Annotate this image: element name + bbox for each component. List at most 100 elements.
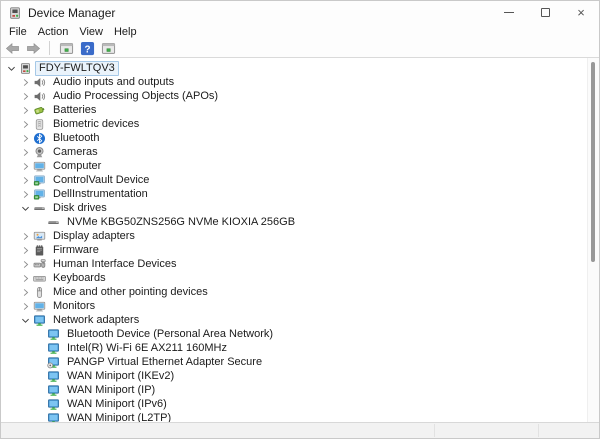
tree-item-label: Disk drives	[49, 201, 111, 216]
chevron-right-icon[interactable]	[19, 230, 32, 243]
tree-item[interactable]: Biometric devices	[1, 117, 587, 131]
tree-item-label: Mice and other pointing devices	[49, 285, 212, 300]
menu-action[interactable]: Action	[38, 26, 69, 38]
chevron-spacer	[33, 398, 46, 411]
tree-item-label: Audio Processing Objects (APOs)	[49, 89, 222, 104]
tree-item-label: FDY-FWLTQV3	[35, 61, 119, 76]
menu-help[interactable]: Help	[114, 26, 137, 38]
chevron-down-icon[interactable]	[19, 202, 32, 215]
tree-item[interactable]: DellInstrumentation	[1, 187, 587, 201]
computer-icon	[32, 160, 46, 173]
window-title: Device Manager	[28, 6, 115, 20]
tree-item-label: Firmware	[49, 243, 103, 258]
chevron-right-icon[interactable]	[19, 160, 32, 173]
chevron-right-icon[interactable]	[19, 76, 32, 89]
chevron-right-icon[interactable]	[19, 244, 32, 257]
window-controls: ×	[491, 1, 599, 24]
tree-item[interactable]: PANGP Virtual Ethernet Adapter Secure	[1, 355, 587, 369]
firmware-icon	[32, 244, 46, 257]
tree-item[interactable]: Computer	[1, 159, 587, 173]
tree-item[interactable]: Bluetooth	[1, 131, 587, 145]
chevron-right-icon[interactable]	[19, 90, 32, 103]
tree-item[interactable]: Monitors	[1, 299, 587, 313]
properties-window-icon	[101, 41, 116, 56]
close-button[interactable]: ×	[563, 1, 599, 24]
tree-item-label: Biometric devices	[49, 117, 143, 132]
tree-item[interactable]: Human Interface Devices	[1, 257, 587, 271]
vertical-scrollbar[interactable]	[587, 58, 599, 422]
tree-item-label: WAN Miniport (IKEv2)	[63, 369, 178, 384]
tree-item-label: WAN Miniport (IPv6)	[63, 397, 171, 412]
chevron-spacer	[33, 412, 46, 423]
menu-view[interactable]: View	[79, 26, 103, 38]
tree-item-label: WAN Miniport (L2TP)	[63, 411, 175, 423]
tree-item[interactable]: WAN Miniport (IKEv2)	[1, 369, 587, 383]
network-adapter-icon	[46, 384, 60, 397]
tree-item[interactable]: Network adapters	[1, 313, 587, 327]
chevron-right-icon[interactable]	[19, 132, 32, 145]
display-adapter-icon	[32, 230, 46, 243]
menu-file[interactable]: File	[9, 26, 27, 38]
mouse-icon	[32, 286, 46, 299]
tree-item[interactable]: Display adapters	[1, 229, 587, 243]
svg-text:?: ?	[84, 44, 90, 55]
scrollbar-thumb[interactable]	[591, 62, 595, 262]
tree-item-label: Monitors	[49, 299, 99, 314]
tree-item[interactable]: NVMe KBG50ZNS256G NVMe KIOXIA 256GB	[1, 215, 587, 229]
fingerprint-icon	[32, 118, 46, 131]
chevron-right-icon[interactable]	[19, 300, 32, 313]
tree-item-label: Computer	[49, 159, 105, 174]
chevron-down-icon[interactable]	[19, 314, 32, 327]
tree-item[interactable]: Cameras	[1, 145, 587, 159]
tree-item[interactable]: WAN Miniport (L2TP)	[1, 411, 587, 422]
tree-item[interactable]: Audio Processing Objects (APOs)	[1, 89, 587, 103]
tree-item[interactable]: Bluetooth Device (Personal Area Network)	[1, 327, 587, 341]
network-adapter-icon	[46, 370, 60, 383]
tree-item[interactable]: WAN Miniport (IPv6)	[1, 397, 587, 411]
tree-item[interactable]: WAN Miniport (IP)	[1, 383, 587, 397]
back-button[interactable]	[4, 40, 20, 56]
chevron-right-icon[interactable]	[19, 286, 32, 299]
console-window-button[interactable]	[58, 40, 74, 56]
tree-item-label: Display adapters	[49, 229, 139, 244]
tree-item[interactable]: Keyboards	[1, 271, 587, 285]
minimize-icon	[504, 12, 514, 13]
tree-item[interactable]: Disk drives	[1, 201, 587, 215]
help-button[interactable]: ?	[79, 40, 95, 56]
minimize-button[interactable]	[491, 1, 527, 24]
chevron-down-icon[interactable]	[5, 62, 18, 75]
chevron-right-icon[interactable]	[19, 174, 32, 187]
chevron-right-icon[interactable]	[19, 188, 32, 201]
tree-item-label: Human Interface Devices	[49, 257, 181, 272]
forward-button[interactable]	[25, 40, 41, 56]
tree-item[interactable]: Firmware	[1, 243, 587, 257]
keyboard-icon	[32, 272, 46, 285]
chevron-right-icon[interactable]	[19, 104, 32, 117]
tree-item-label: Network adapters	[49, 313, 143, 328]
chevron-spacer	[33, 328, 46, 341]
battery-icon	[32, 104, 46, 117]
chevron-spacer	[33, 356, 46, 369]
maximize-icon	[541, 8, 550, 17]
hid-icon	[32, 258, 46, 271]
chevron-spacer	[33, 370, 46, 383]
tree-item[interactable]: Intel(R) Wi-Fi 6E AX211 160MHz	[1, 341, 587, 355]
properties-window-button[interactable]	[100, 40, 116, 56]
chevron-right-icon[interactable]	[19, 118, 32, 131]
toolbar: ?	[1, 39, 599, 58]
chevron-right-icon[interactable]	[19, 258, 32, 271]
tree-item[interactable]: Batteries	[1, 103, 587, 117]
tree-item[interactable]: Audio inputs and outputs	[1, 75, 587, 89]
maximize-button[interactable]	[527, 1, 563, 24]
tree-item-label: Bluetooth Device (Personal Area Network)	[63, 327, 277, 342]
titlebar: Device Manager ×	[1, 1, 599, 24]
tree-item-label: DellInstrumentation	[49, 187, 152, 202]
chevron-spacer	[33, 216, 46, 229]
chevron-right-icon[interactable]	[19, 272, 32, 285]
tree-item[interactable]: Mice and other pointing devices	[1, 285, 587, 299]
tree-item-label: NVMe KBG50ZNS256G NVMe KIOXIA 256GB	[63, 215, 299, 230]
tree-item-label: ControlVault Device	[49, 173, 153, 188]
tree-item[interactable]: FDY-FWLTQV3	[1, 61, 587, 75]
chevron-right-icon[interactable]	[19, 146, 32, 159]
tree-item[interactable]: ControlVault Device	[1, 173, 587, 187]
